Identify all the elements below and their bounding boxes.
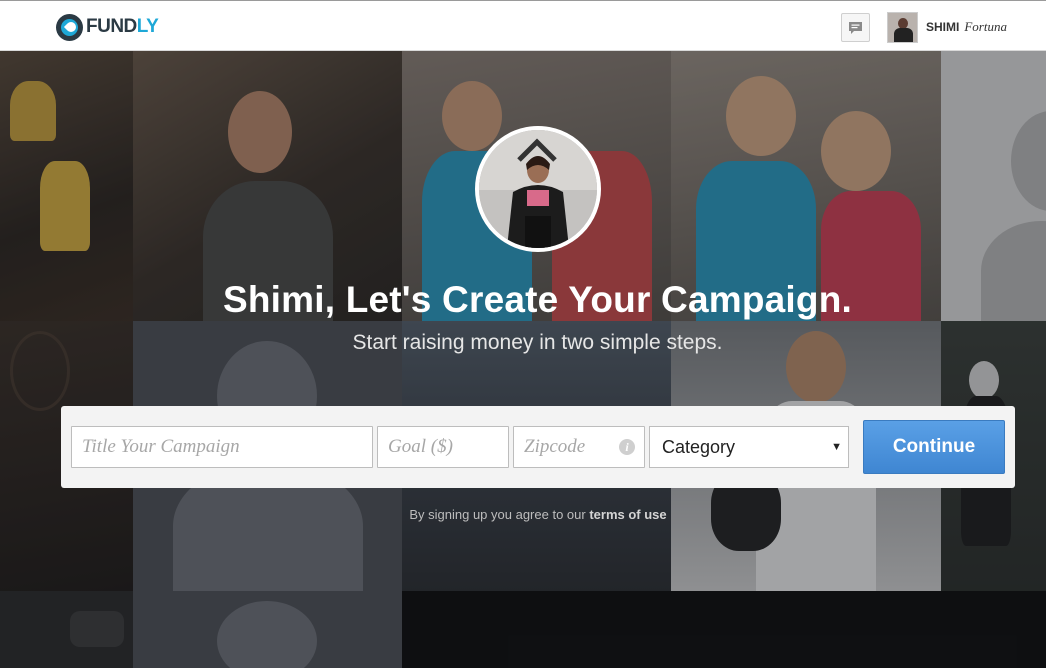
campaign-title-input[interactable] (71, 426, 373, 468)
profile-avatar (475, 126, 601, 252)
fundly-logo-icon (56, 13, 83, 41)
user-avatar (887, 11, 918, 43)
fundly-logo[interactable]: FUNDLY (56, 12, 159, 42)
user-last-name: Fortuna (964, 19, 1007, 34)
info-icon[interactable]: i (619, 439, 635, 455)
page-subtitle: Start raising money in two simple steps. (352, 331, 723, 354)
goal-input[interactable] (377, 426, 509, 468)
logo-text: FUNDLY (86, 16, 159, 37)
terms-of-use-link[interactable]: terms of use (589, 507, 666, 522)
messages-button[interactable] (841, 13, 870, 42)
category-select[interactable]: Category ▼ (649, 426, 849, 468)
profile-photo (479, 130, 597, 248)
campaign-form: i Category ▼ Continue (61, 406, 1015, 488)
category-selected-value: Category (662, 436, 736, 457)
chevron-down-icon: ▼ (831, 441, 842, 453)
speech-bubble-icon (849, 21, 862, 34)
terms-text: By signing up you agree to our (409, 507, 586, 522)
top-navigation-bar: FUNDLY SHIMI Fortuna (0, 0, 1046, 51)
continue-button[interactable]: Continue (863, 420, 1005, 474)
user-first-name: SHIMI (926, 20, 960, 34)
user-menu[interactable]: SHIMI Fortuna (887, 11, 1007, 43)
terms-notice: By signing up you agree to our terms of … (0, 507, 1046, 522)
page-title: Shimi, Let's Create Your Campaign. (223, 279, 852, 320)
